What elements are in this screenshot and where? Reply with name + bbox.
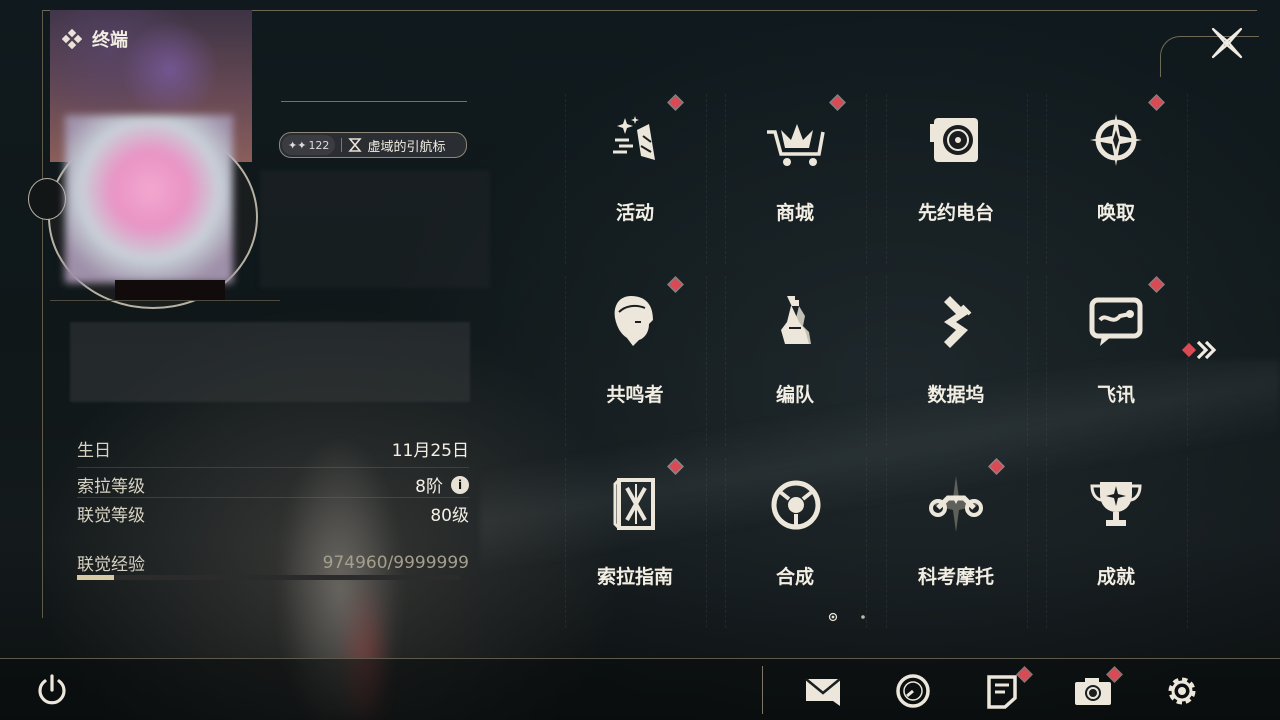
info-label: 生日 [77, 441, 111, 461]
info-label: 索拉等级 [77, 477, 145, 497]
profile-divider [50, 300, 280, 301]
menu-label: 编队 [775, 384, 814, 406]
world-level-value: 122 [308, 138, 330, 152]
motorbike-icon [929, 476, 983, 532]
menu-tile-convene[interactable]: 唤取 [1046, 94, 1188, 264]
avatar-shadow [115, 280, 225, 300]
clock-icon[interactable] [893, 672, 933, 710]
menu-tile-data-bank[interactable]: 数据坞 [886, 276, 1028, 446]
menu-label: 活动 [615, 202, 654, 224]
menu-label: 数据坞 [927, 384, 985, 406]
menu-tile-team[interactable]: 编队 [725, 276, 867, 446]
close-icon[interactable] [1208, 24, 1246, 62]
shop-icon [767, 124, 825, 166]
exp-progress-bar [77, 575, 460, 580]
info-row-union-exp: 联觉经验 974960/9999999 [77, 550, 469, 576]
camera-icon[interactable] [1073, 672, 1113, 710]
next-page-button[interactable] [1180, 338, 1222, 362]
message-icon [1089, 297, 1143, 346]
menu-tile-resonator[interactable]: 共鸣者 [565, 276, 707, 446]
power-icon[interactable] [34, 672, 70, 710]
divider [77, 497, 469, 498]
menu-label: 成就 [1096, 566, 1135, 588]
badge-divider [341, 138, 343, 152]
info-row-sol-rank: 索拉等级 8阶 i [77, 472, 469, 497]
terminal-logo-icon [62, 29, 82, 49]
info-label: 联觉经验 [77, 555, 145, 575]
guidebook-icon [613, 478, 655, 530]
menu-label: 商城 [775, 202, 814, 224]
menu-tile-guidebook[interactable]: 索拉指南 [565, 458, 707, 628]
name-underline [281, 101, 467, 102]
achievement-icon [1090, 482, 1142, 526]
menu-tile-shop[interactable]: 商城 [725, 94, 867, 264]
menu-tile-synthesis[interactable]: 合成 [725, 458, 867, 628]
settings-icon[interactable] [1162, 672, 1202, 710]
menu-label: 索拉指南 [596, 566, 673, 588]
menu-label: 科考摩托 [917, 566, 994, 588]
title-badge[interactable]: ✦✦ 122 虚域的引航标 [279, 132, 467, 158]
info-row-birthday: 生日 11月25日 [77, 436, 469, 461]
menu-tile-activity[interactable]: 活动 [565, 94, 707, 264]
data-bank-icon [944, 296, 972, 348]
menu-tile-achievement[interactable]: 成就 [1046, 458, 1188, 628]
exp-progress-fill [77, 575, 115, 580]
mail-icon[interactable] [803, 672, 843, 710]
menu-label: 合成 [775, 566, 814, 588]
avatar[interactable] [65, 115, 233, 283]
info-row-union-level: 联觉等级 80级 [77, 501, 469, 526]
frame-line-left [42, 10, 43, 618]
convene-icon [1090, 114, 1142, 166]
info-value: 8阶 [415, 477, 443, 497]
world-level-tag: ✦✦ 122 [282, 135, 336, 155]
hourglass-icon [348, 138, 363, 152]
synthesis-icon [771, 480, 821, 530]
divider [77, 467, 469, 468]
menu-tile-motorbike[interactable]: 科考摩托 [886, 458, 1028, 628]
menu-label: 先约电台 [917, 202, 994, 224]
menu-label: 飞讯 [1096, 384, 1135, 406]
info-value: 11月25日 [391, 441, 469, 461]
bottom-divider [762, 666, 763, 714]
title-badge-text: 虚域的引航标 [367, 139, 446, 155]
notice-icon[interactable] [983, 672, 1023, 710]
bio-area-blurred [70, 322, 470, 402]
menu-tile-message[interactable]: 飞讯 [1046, 276, 1188, 446]
signature-area-blurred [260, 170, 490, 288]
menu-tile-radio[interactable]: 先约电台 [886, 94, 1028, 264]
info-icon[interactable]: i [451, 475, 469, 494]
info-value: 974960/9999999 [322, 552, 469, 573]
menu-label: 唤取 [1096, 202, 1135, 224]
info-value: 80级 [430, 506, 469, 526]
resonator-icon [614, 296, 653, 346]
page-title: 终端 [92, 30, 128, 51]
team-icon [781, 296, 811, 344]
info-label: 联觉等级 [77, 506, 145, 526]
menu-label: 共鸣者 [606, 384, 664, 406]
radio-icon [930, 118, 978, 162]
avatar-frame-knob [28, 178, 66, 220]
sparkle-icon: ✦✦ [288, 138, 307, 152]
activity-icon [613, 116, 655, 160]
page-indicator [828, 612, 865, 622]
header: 终端 [62, 26, 128, 52]
